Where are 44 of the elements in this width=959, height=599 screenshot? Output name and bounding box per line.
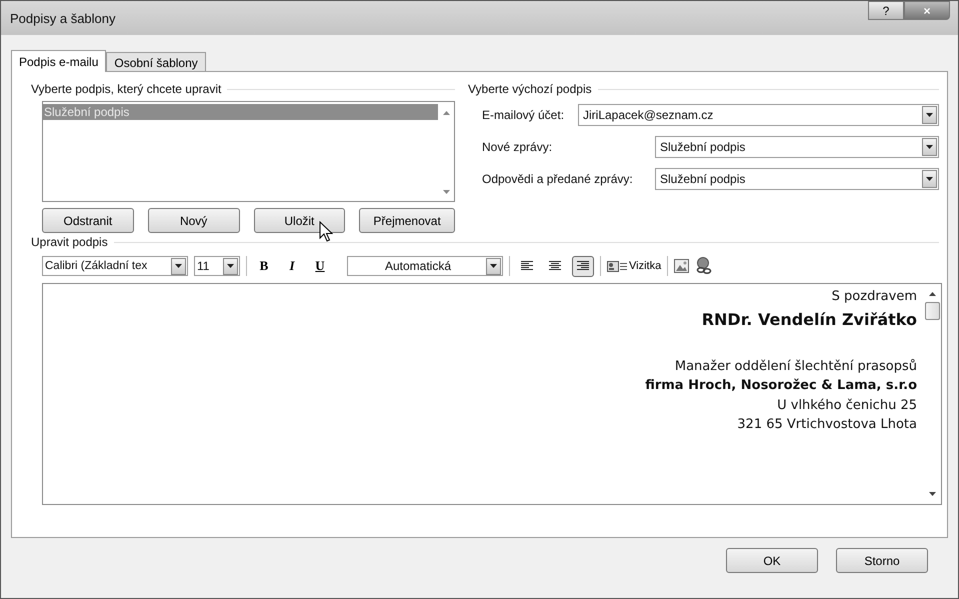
card-icon <box>607 260 627 272</box>
image-icon[interactable] <box>674 259 690 273</box>
mouse-pointer-icon <box>319 221 333 243</box>
window-title: Podpisy a šablony <box>10 10 116 26</box>
signature-editor[interactable]: S pozdravem RNDr. Vendelín Zviřátko Manažer oddělení šlechtění prasopsů firma Hroch, Nosorožec & Lama, s.r.o U vlhkého čenichu 25 321 65 Vrtichvostova Lhota <box>42 283 942 505</box>
format-button[interactable]: I <box>281 258 303 274</box>
section-heading: Vyberte podpis, který chcete upravit <box>31 82 222 96</box>
action-button[interactable]: Uložit <box>254 208 346 233</box>
dropdown-field[interactable]: JiriLapacek@seznam.cz <box>578 104 939 126</box>
dialog-button[interactable]: OK <box>726 548 818 573</box>
scroll-up-icon[interactable] <box>928 292 936 296</box>
dropdown-field[interactable]: Služební podpis <box>655 168 939 190</box>
format-button[interactable]: B <box>253 258 275 274</box>
signature-line: U vlhkého čenichu 25 <box>776 396 917 414</box>
align-left-icon <box>521 261 533 271</box>
business-card-button[interactable]: Vizitka <box>607 260 662 272</box>
dropdown-field[interactable]: Služební podpis <box>655 136 939 158</box>
signature-line: Manažer oddělení šlechtění prasopsů <box>674 358 917 376</box>
section-heading: Vyberte výchozí podpis <box>468 82 592 96</box>
action-button[interactable]: Odstranit <box>42 208 134 233</box>
format-button[interactable]: U <box>309 258 331 274</box>
field-label: E-mailový účet: <box>482 108 564 122</box>
signature-line: firma Hroch, Nosorožec & Lama, s.r.o <box>644 377 917 395</box>
field-label: Odpovědi a předané zprávy: <box>482 172 633 186</box>
align-center-icon <box>549 261 561 271</box>
align-right-button[interactable] <box>572 256 594 276</box>
signature-line: S pozdravem <box>830 288 917 306</box>
scroll-thumb[interactable] <box>924 302 940 320</box>
dialog-button[interactable]: Storno <box>836 548 928 573</box>
action-button[interactable]: Přejmenovat <box>359 208 455 233</box>
action-button[interactable]: Nový <box>148 208 240 233</box>
tab[interactable]: Podpis e-mailu <box>11 50 106 72</box>
scroll-down-icon[interactable] <box>928 492 936 496</box>
tab[interactable]: Osobní šablony <box>106 52 206 71</box>
size-dropdown[interactable]: 11 <box>194 256 240 276</box>
align-right-icon <box>577 261 589 271</box>
signature-line: 321 65 Vrtichvostova Lhota <box>736 416 917 434</box>
font-dropdown[interactable]: Calibri (Základní tex <box>42 256 188 276</box>
section-heading: Upravit podpis <box>31 235 108 249</box>
globe-link-icon[interactable] <box>695 257 714 275</box>
field-label: Nové zprávy: <box>482 140 552 154</box>
signature-line: RNDr. Vendelín Zviřátko <box>700 308 917 330</box>
color-dropdown[interactable]: Automatická <box>347 256 503 276</box>
help-button[interactable]: ? <box>868 1 904 20</box>
